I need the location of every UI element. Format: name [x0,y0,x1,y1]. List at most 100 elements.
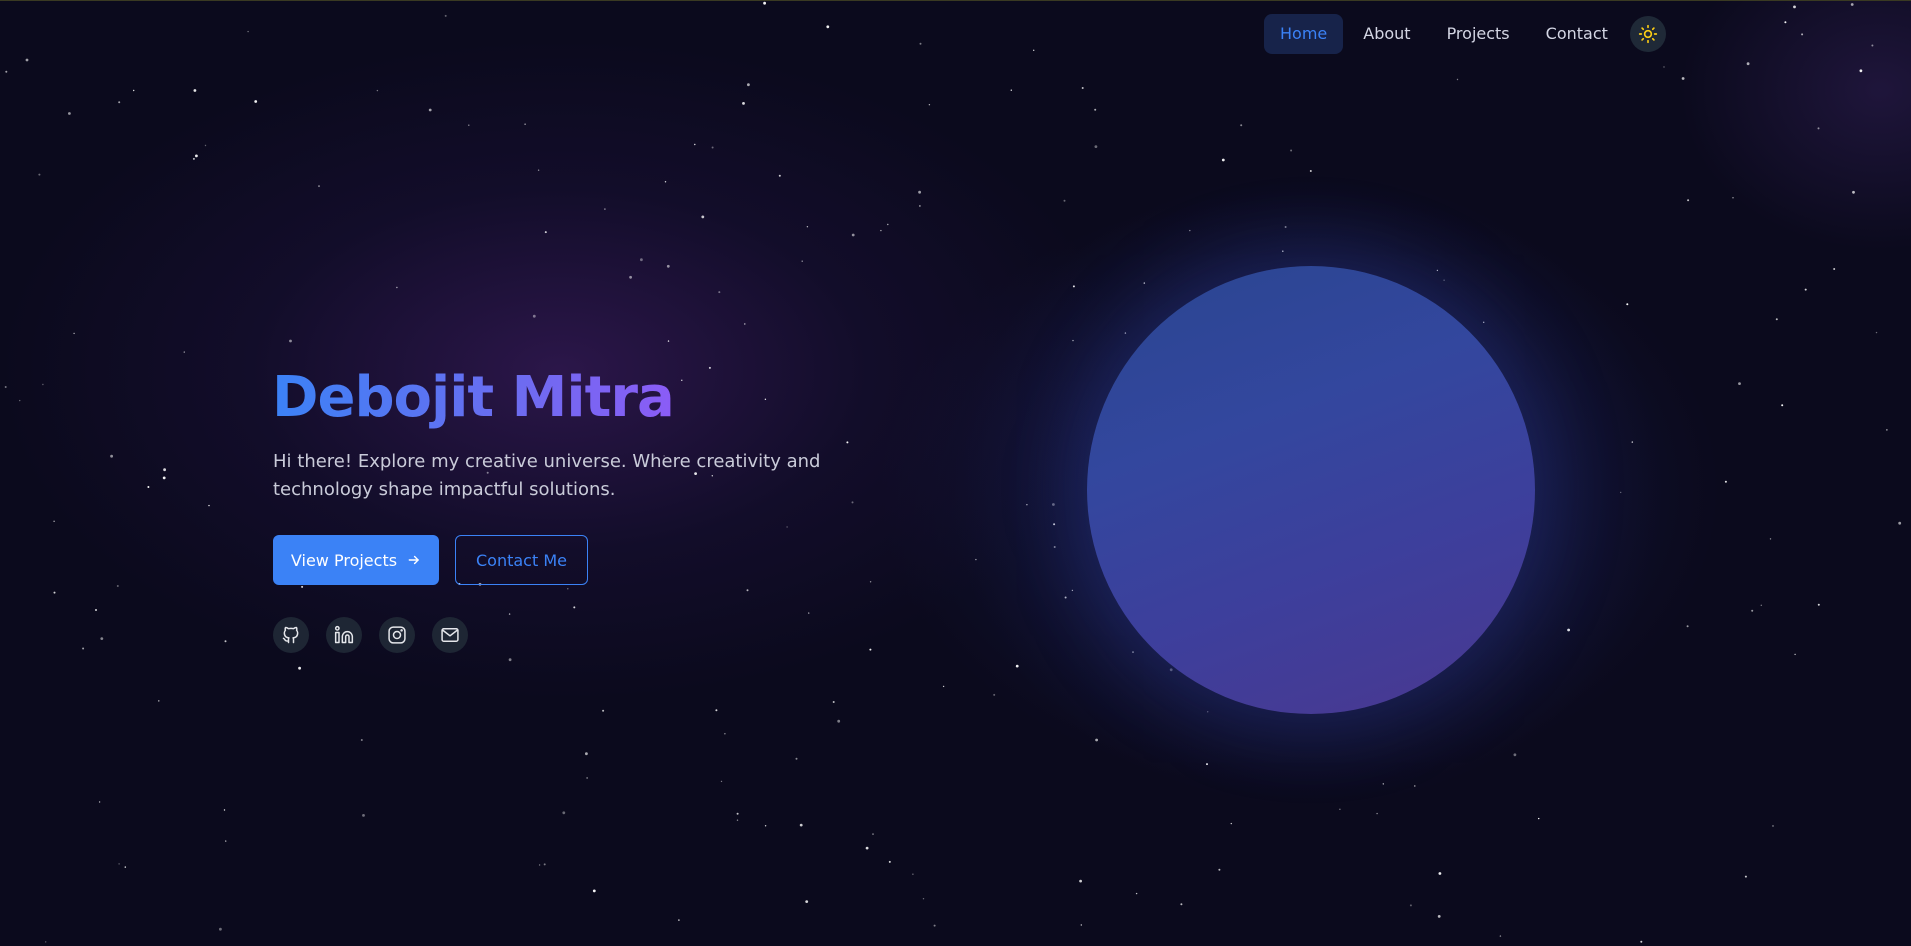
star [764,825,767,827]
star [1409,904,1412,907]
instagram-icon [388,626,406,644]
star [1772,825,1774,827]
star [880,229,882,232]
star [116,585,119,587]
hero-subtitle: Hi there! Explore my creative universe. … [273,451,821,500]
star [763,1,766,5]
star [204,144,207,147]
star [1833,268,1836,270]
star [318,185,320,188]
star [678,919,680,921]
star [1079,879,1082,883]
star [922,898,925,900]
star [247,30,249,33]
star [124,866,127,868]
star [147,486,150,488]
star [837,719,841,723]
github-icon [282,626,299,644]
star [664,181,667,183]
star [1094,145,1098,149]
star [1499,935,1502,937]
star [724,733,726,735]
star [1080,924,1083,926]
linkedin-link[interactable] [326,617,362,653]
star [25,58,29,62]
github-link[interactable] [273,617,309,653]
star [586,777,588,779]
star [718,291,721,294]
star [602,709,605,712]
star [666,264,670,268]
star [694,143,696,146]
star [865,846,869,850]
star [1793,5,1796,9]
star [110,454,113,458]
star [701,215,705,219]
star [1438,872,1442,875]
star [778,174,781,177]
star [912,873,914,875]
star [942,685,945,688]
nav-item-contact[interactable]: Contact [1530,14,1624,54]
star [158,700,160,702]
star [133,89,135,92]
nav-item-projects[interactable]: Projects [1431,14,1526,54]
star [45,941,47,943]
star [742,102,745,105]
star [1801,33,1804,36]
star [223,809,226,811]
star [1094,108,1097,111]
star [585,752,588,756]
star [806,226,809,228]
star [219,927,222,931]
email-link[interactable] [432,617,468,653]
star [396,286,398,289]
star [508,658,512,662]
contact-me-label: Contact Me [476,550,567,570]
contact-me-button[interactable]: Contact Me [455,535,588,585]
star [711,146,714,149]
nav-item-about[interactable]: About [1347,14,1426,54]
star [53,520,55,522]
star [298,666,301,670]
view-projects-button[interactable]: View Projects [273,535,439,585]
star [1681,77,1685,80]
star [118,863,120,865]
star [225,840,227,842]
star [100,637,104,640]
star [1230,822,1233,825]
star [1817,603,1820,606]
star [508,613,511,615]
star [869,581,872,583]
star [183,351,185,353]
star [428,108,432,112]
star [42,383,44,386]
planet [1087,266,1535,714]
star [720,780,723,783]
main-nav: Home About Projects Contact [1264,14,1666,54]
theme-toggle-button[interactable] [1629,16,1666,52]
star [444,14,447,17]
star [544,231,547,234]
star [1817,127,1820,130]
star [53,591,56,594]
star [1010,89,1012,91]
star [1804,288,1807,291]
star [826,25,830,29]
star [195,154,198,158]
mail-icon [441,628,459,642]
star [1852,190,1855,194]
star [746,589,749,592]
star [933,924,936,927]
star [786,526,788,528]
star [1850,3,1854,6]
nav-item-home[interactable]: Home [1264,14,1344,54]
social-links [273,617,468,653]
star [851,233,855,237]
star [537,169,540,171]
star [1135,892,1138,895]
instagram-link[interactable] [379,617,415,653]
star [1240,124,1243,127]
star [1775,318,1778,321]
star [808,612,810,614]
